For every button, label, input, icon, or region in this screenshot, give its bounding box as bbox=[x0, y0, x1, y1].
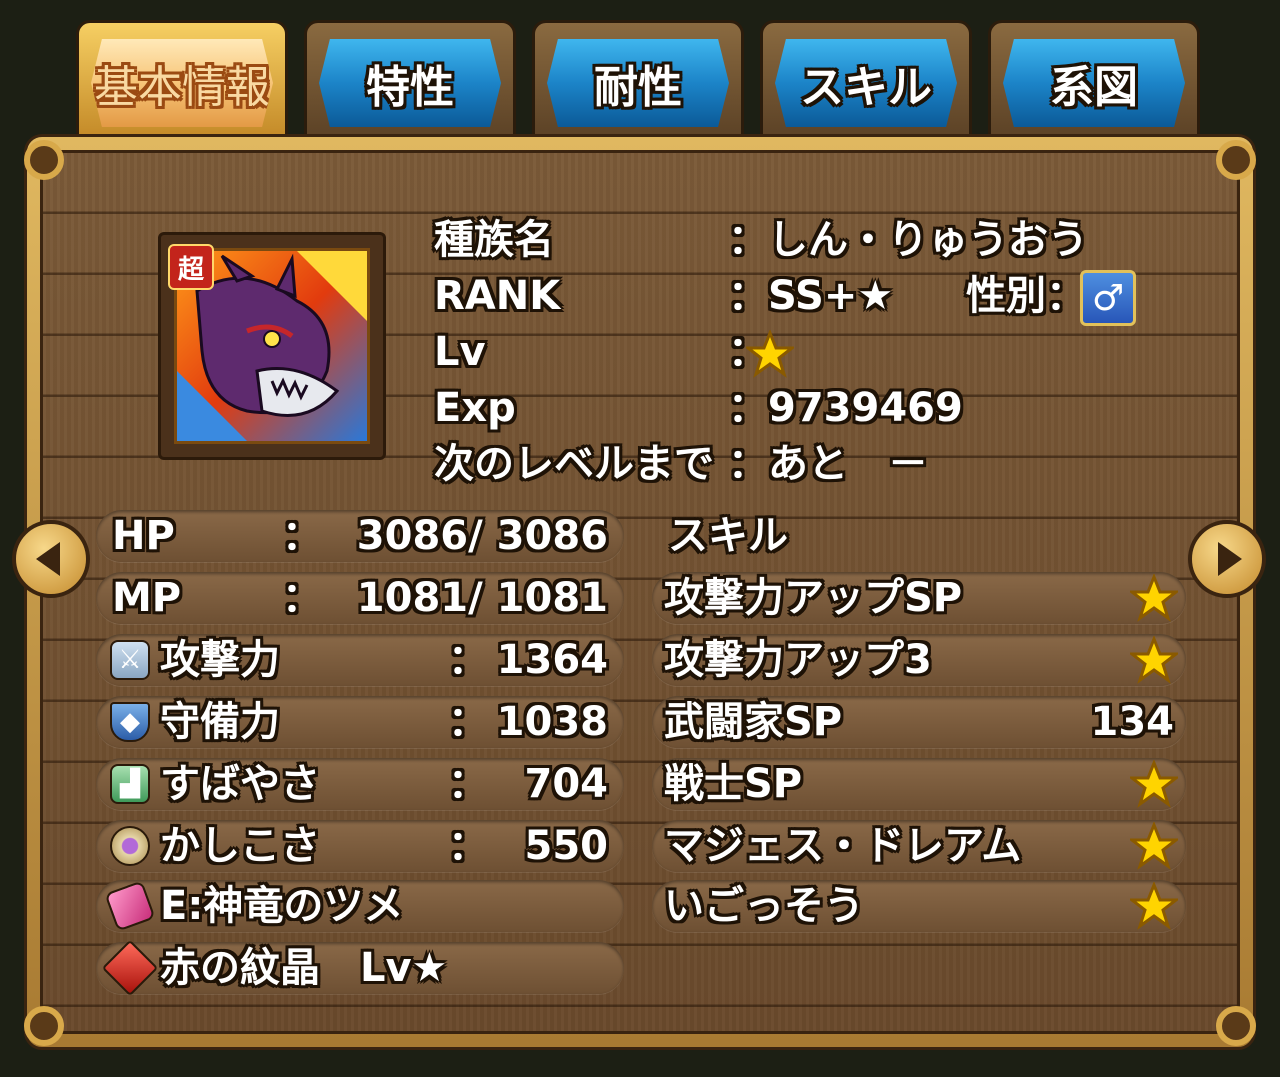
hp-value: 3086/ 3086 bbox=[356, 513, 608, 559]
boots-icon: ▟ bbox=[110, 764, 150, 804]
skill-name: マジェス・ドレアム bbox=[664, 823, 1022, 869]
skill-name: 戦士SP bbox=[664, 761, 803, 807]
attack-label: 攻撃力 bbox=[160, 637, 280, 683]
tab-skills-label: スキル bbox=[800, 62, 932, 113]
species-label: 種族名 bbox=[434, 217, 554, 263]
defense-value: 1038 bbox=[496, 699, 608, 745]
skills-header: スキル bbox=[668, 513, 788, 559]
star-icon bbox=[1130, 574, 1178, 622]
wisdom-colon: ： bbox=[448, 823, 488, 869]
sword-icon: ⚔ bbox=[110, 640, 150, 680]
exp-value: ：9739469 bbox=[728, 385, 963, 431]
tab-basic-info[interactable]: 基本情報 bbox=[76, 20, 288, 140]
next-level-value: ：あと － bbox=[728, 441, 928, 487]
corner-ornament-icon bbox=[1216, 1006, 1256, 1046]
hp-label: HP bbox=[112, 513, 175, 559]
tab-traits[interactable]: 特性 bbox=[304, 20, 516, 140]
shield-icon: ◆ bbox=[110, 702, 150, 742]
defense-label: 守備力 bbox=[160, 699, 280, 745]
arrow-left-icon bbox=[36, 542, 60, 576]
corner-ornament-icon bbox=[1216, 140, 1256, 180]
wisdom-value: 550 bbox=[524, 823, 609, 869]
super-badge: 超 bbox=[168, 244, 214, 290]
necklace-icon bbox=[110, 826, 150, 866]
skill-name: 武闘家SP bbox=[664, 699, 843, 745]
star-icon bbox=[1130, 882, 1178, 930]
crest-label: 赤の紋晶 Lv★ bbox=[160, 945, 448, 991]
corner-ornament-icon bbox=[24, 1006, 64, 1046]
next-level-label: 次のレベルまで bbox=[434, 441, 714, 487]
wisdom-label: かしこさ bbox=[160, 823, 320, 869]
species-value: ：しん・りゅうおう bbox=[728, 217, 1088, 263]
next-arrow-button[interactable] bbox=[1188, 520, 1266, 598]
star-icon bbox=[1130, 822, 1178, 870]
skill-name: 攻撃力アップ3 bbox=[664, 637, 932, 683]
star-icon bbox=[1130, 760, 1178, 808]
speed-value: 704 bbox=[524, 761, 609, 807]
mp-label: MP bbox=[112, 575, 182, 621]
tab-traits-label: 特性 bbox=[366, 62, 454, 113]
attack-colon: ： bbox=[448, 637, 488, 683]
tab-resistance[interactable]: 耐性 bbox=[532, 20, 744, 140]
tab-basic-info-label: 基本情報 bbox=[94, 62, 270, 113]
tab-skills[interactable]: スキル bbox=[760, 20, 972, 140]
mp-colon: ： bbox=[282, 575, 322, 621]
hp-colon: ： bbox=[282, 513, 322, 559]
speed-colon: ： bbox=[448, 761, 488, 807]
equipment-label: E:神竜のツメ bbox=[160, 883, 404, 929]
exp-label: Exp bbox=[434, 385, 516, 431]
gender-value: ♂ bbox=[1091, 277, 1125, 319]
prev-arrow-button[interactable] bbox=[12, 520, 90, 598]
rank-label: RANK bbox=[434, 273, 561, 319]
level-label: Lv bbox=[434, 329, 486, 375]
defense-colon: ： bbox=[448, 699, 488, 745]
skill-points: 134 bbox=[1090, 699, 1175, 745]
tab-family-tree-label: 系図 bbox=[1050, 62, 1138, 113]
rank-value: ：SS+★ bbox=[728, 273, 894, 319]
gender-label: 性別： bbox=[966, 273, 1086, 319]
skill-name: 攻撃力アップSP bbox=[664, 575, 963, 621]
skill-name: いごっそう bbox=[664, 883, 864, 929]
arrow-right-icon bbox=[1218, 542, 1242, 576]
star-icon bbox=[1130, 636, 1178, 684]
tab-family-tree[interactable]: 系図 bbox=[988, 20, 1200, 140]
star-icon bbox=[746, 330, 794, 378]
attack-value: 1364 bbox=[496, 637, 608, 683]
male-icon: ♂ bbox=[1080, 270, 1136, 326]
speed-label: すばやさ bbox=[160, 761, 320, 807]
tab-resistance-label: 耐性 bbox=[594, 62, 682, 113]
mp-value: 1081/ 1081 bbox=[356, 575, 608, 621]
corner-ornament-icon bbox=[24, 140, 64, 180]
